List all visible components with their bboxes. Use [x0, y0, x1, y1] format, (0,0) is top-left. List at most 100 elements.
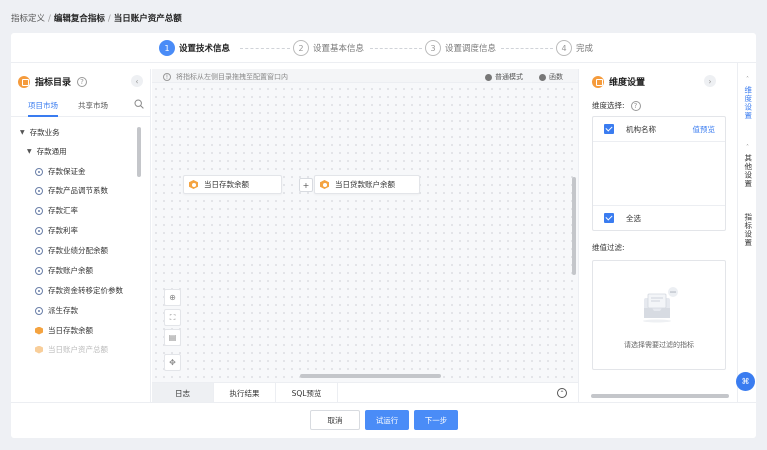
canvas-horizontal-scrollbar[interactable]	[300, 374, 441, 378]
tree-item[interactable]: 存款保证金	[35, 166, 86, 177]
tab-project-market[interactable]: 项目市场	[28, 100, 58, 117]
canvas-vertical-scrollbar[interactable]	[572, 177, 576, 275]
canvas-toolbar: ! 将指标从左侧目录拖拽至配置窗口内 普通模式 函数	[152, 69, 578, 83]
canvas-node-loan-balance[interactable]: 当日贷款账户余额	[314, 175, 420, 194]
editor-card: 1 设置技术信息 2 设置基本信息 3 设置调度信息 4 完成 指标目录 ? ‹ 项目市…	[11, 33, 756, 438]
tree-folder-deposit-general[interactable]: ▼ 存款通用	[27, 146, 67, 157]
step-connector	[501, 48, 553, 49]
side-tab-bar: ˄ 维度设置 ˄ 其他设置 指标设置	[737, 63, 756, 402]
breadcrumb-separator: /	[48, 14, 51, 24]
select-all-checkbox[interactable]	[604, 213, 614, 223]
config-canvas[interactable]: ! 将指标从左侧目录拖拽至配置窗口内 普通模式 函数 当日存款余额 + 当日贷款账…	[152, 69, 578, 403]
metric-icon	[35, 186, 43, 195]
catalog-tabs: 项目市场 共享市场	[11, 97, 151, 117]
filter-label: 维值过滤:	[592, 243, 625, 252]
chevron-up-icon[interactable]: ⌃	[557, 388, 567, 398]
metric-icon	[35, 306, 43, 315]
breadcrumb-item[interactable]: 指标定义	[11, 14, 45, 24]
side-tab-dimension[interactable]: ˄ 维度设置	[738, 75, 757, 120]
zoom-in-icon[interactable]: ⊕	[164, 289, 181, 306]
bottom-tabs: 日志 执行结果 SQL预览 ⌃	[152, 382, 578, 403]
tree-folder-deposit-business[interactable]: ▼ 存款业务	[20, 127, 60, 138]
dimension-title: 维度设置	[609, 78, 646, 88]
dimension-select-label: 维度选择:?	[592, 100, 641, 111]
tree-item[interactable]: 派生存款	[35, 305, 78, 316]
metric-icon	[35, 226, 43, 235]
step-1[interactable]: 1 设置技术信息	[159, 40, 230, 56]
dimension-header: 维度设置	[592, 75, 645, 88]
catalog-title: 指标目录	[35, 78, 72, 88]
fit-icon[interactable]: ⛶	[164, 309, 181, 326]
normal-mode-toggle[interactable]: 普通模式	[485, 72, 523, 82]
step-4[interactable]: 4 完成	[556, 40, 593, 56]
tree-item[interactable]: 存款账户余额	[35, 265, 93, 276]
dimension-row[interactable]: 机构名称 值预览	[593, 117, 725, 142]
chevron-icon: ˄	[746, 76, 749, 83]
breadcrumb-item[interactable]: 编辑复合指标	[54, 14, 105, 24]
metric-icon	[35, 167, 43, 176]
right-panel-scrollbar[interactable]	[591, 394, 729, 398]
tab-execution-result[interactable]: 执行结果	[214, 383, 276, 403]
metric-icon	[35, 246, 43, 255]
composite-metric-icon	[35, 345, 43, 354]
canvas-tip: ! 将指标从左侧目录拖拽至配置窗口内	[163, 72, 288, 82]
step-indicator: 1 设置技术信息 2 设置基本信息 3 设置调度信息 4 完成	[11, 33, 756, 63]
operator-plus[interactable]: +	[299, 178, 313, 192]
side-tab-metric[interactable]: 指标设置	[738, 213, 757, 247]
locate-icon[interactable]: ✥	[164, 354, 181, 371]
assistant-icon: ⌘	[741, 377, 750, 386]
checkbox-checked[interactable]	[604, 124, 614, 134]
breadcrumb-current: 当日账户资产总额	[113, 14, 182, 24]
tree-item[interactable]: 存款业绩分配余额	[35, 245, 108, 256]
chevron-down-icon: ▼	[20, 129, 25, 136]
metric-icon	[35, 266, 43, 275]
breadcrumb-separator: /	[107, 14, 111, 24]
select-all-row[interactable]: 全选	[593, 205, 725, 230]
tab-log[interactable]: 日志	[152, 383, 214, 403]
step-connector	[370, 48, 422, 49]
function-icon	[539, 73, 546, 81]
footer-actions: 取消 试运行 下一步	[11, 402, 756, 438]
collapse-right-icon[interactable]: ›	[704, 75, 716, 87]
side-tab-other[interactable]: ˄ 其他设置	[738, 143, 757, 188]
layout-icon[interactable]: ▤	[164, 329, 181, 346]
help-icon[interactable]: ?	[77, 76, 88, 87]
help-icon[interactable]: ?	[630, 100, 641, 111]
composite-metric-icon	[320, 180, 329, 189]
canvas-node-deposit-balance[interactable]: 当日存款余额	[183, 175, 282, 194]
dimension-settings-panel: 维度设置 › 维度选择:? 机构名称 值预览 全选 维值过滤: 请选择需要过滤的…	[578, 69, 736, 402]
tree-item[interactable]: 当日账户资产总额	[35, 344, 108, 355]
next-step-button[interactable]: 下一步	[414, 410, 458, 430]
metric-catalog-panel: 指标目录 ? ‹ 项目市场 共享市场 ▼ 存款业务 ▼ 存款通用 存款保证金 存款产…	[11, 69, 151, 402]
tree-item[interactable]: 当日存款余额	[35, 325, 93, 336]
tree-item[interactable]: 存款汇率	[35, 205, 78, 216]
composite-metric-icon	[189, 180, 198, 189]
mode-icon	[485, 73, 492, 81]
chevron-icon: ˄	[746, 144, 749, 151]
cancel-button[interactable]: 取消	[310, 410, 360, 430]
collapse-left-icon[interactable]: ‹	[131, 75, 143, 87]
empty-inbox-icon	[643, 287, 678, 323]
catalog-header: 指标目录 ?	[18, 75, 88, 88]
breadcrumb: 指标定义 / 编辑复合指标 / 当日账户资产总额	[11, 12, 182, 24]
catalog-scrollbar[interactable]	[137, 127, 141, 177]
function-mode-toggle[interactable]: 函数	[539, 72, 563, 82]
step-2[interactable]: 2 设置基本信息	[293, 40, 364, 56]
metric-icon	[35, 206, 43, 215]
tree-item[interactable]: 存款资金转移定价参数	[35, 285, 123, 296]
step-connector	[240, 48, 290, 49]
chevron-down-icon: ▼	[27, 148, 32, 155]
metric-icon	[35, 286, 43, 295]
trial-run-button[interactable]: 试运行	[365, 410, 409, 430]
tab-sql-preview[interactable]: SQL预览	[276, 383, 338, 403]
catalog-icon	[18, 75, 30, 88]
search-icon[interactable]	[134, 99, 144, 109]
tree-item[interactable]: 存款利率	[35, 225, 78, 236]
info-icon: !	[163, 73, 171, 81]
tab-shared-market[interactable]: 共享市场	[78, 100, 108, 111]
assistant-fab[interactable]: ⌘	[736, 372, 755, 391]
step-3[interactable]: 3 设置调度信息	[425, 40, 496, 56]
filter-empty-text: 请选择需要过滤的指标	[624, 341, 694, 349]
tree-item[interactable]: 存款产品调节系数	[35, 185, 108, 196]
value-preview-link[interactable]: 值预览	[693, 124, 716, 135]
